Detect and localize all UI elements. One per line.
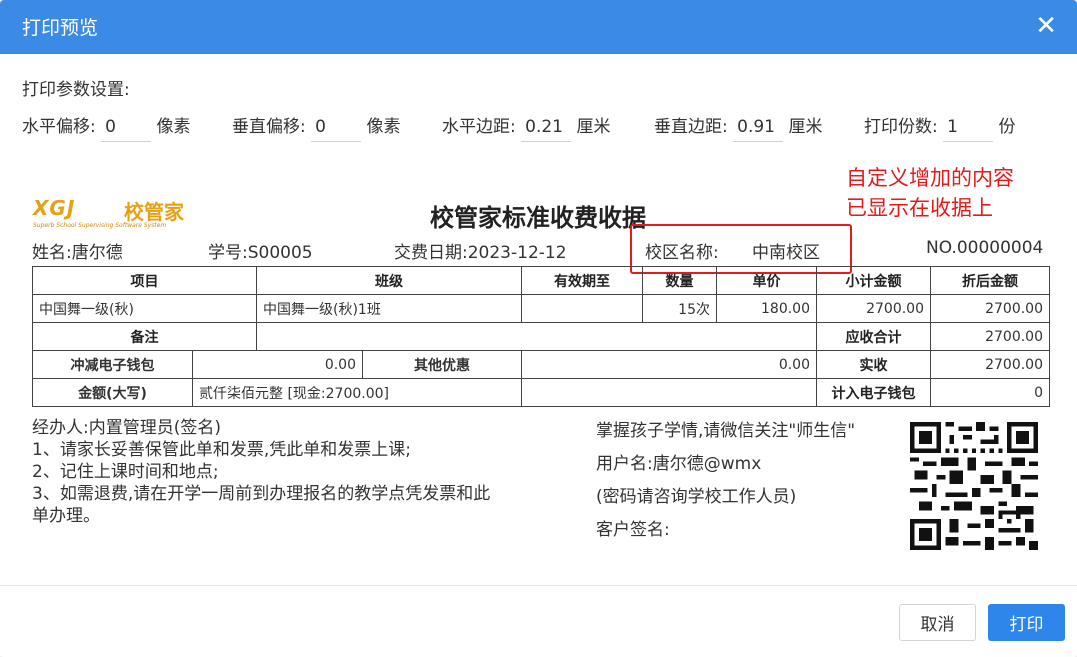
param-label: 垂直偏移: xyxy=(232,117,306,137)
receipt-notes: 经办人:内置管理员(签名) 1、请家长妥善保管此单和发票,凭此单和发票上课; 2… xyxy=(32,417,502,527)
print-button[interactable]: 打印 xyxy=(988,604,1065,641)
handler-signature: 经办人:内置管理员(签名) xyxy=(32,418,221,438)
note-1: 1、请家长妥善保管此单和发票,凭此单和发票上课; xyxy=(32,440,411,460)
student-name: 姓名:唐尔德 xyxy=(32,243,123,263)
receipt-title: 校管家标准收费收据 xyxy=(430,204,646,232)
wallet-deduct-value: 0.00 xyxy=(193,351,363,378)
param-label: 水平边距: xyxy=(442,117,516,137)
remark-label: 备注 xyxy=(32,322,257,351)
cell-discounted: 2700.00 xyxy=(930,294,1050,323)
horizontal-offset-input[interactable] xyxy=(101,113,152,142)
cell-quantity: 15次 xyxy=(642,294,717,323)
cell-subtotal: 2700.00 xyxy=(816,294,931,323)
param-unit: 份 xyxy=(998,117,1016,137)
header-item: 项目 xyxy=(32,266,257,295)
receivable-value: 2700.00 xyxy=(930,322,1050,351)
vertical-offset-input[interactable] xyxy=(311,113,362,142)
header-quantity: 数量 xyxy=(642,266,717,295)
vertical-margin-input[interactable] xyxy=(733,113,784,142)
other-discount-value: 0.00 xyxy=(521,350,817,379)
param-label: 打印份数: xyxy=(864,117,938,137)
wallet-deduct-group: 冲减电子钱包 0.00 其他优惠 xyxy=(32,350,522,379)
wallet-in-value: 0 xyxy=(930,378,1050,407)
dialog-footer: 取消 打印 xyxy=(0,585,1077,657)
header-valid-until: 有效期至 xyxy=(521,266,643,295)
amount-upper-blank xyxy=(521,378,817,407)
amount-upper-value: 贰仟柒佰元整 [现金:2700.00] xyxy=(199,385,389,402)
param-vertical-offset: 垂直偏移: 像素 xyxy=(232,112,401,142)
param-horizontal-margin: 水平边距: 厘米 xyxy=(442,112,611,142)
cell-valid-until xyxy=(521,294,643,323)
logo-mark: XGJ xyxy=(33,196,76,220)
horizontal-margin-input[interactable] xyxy=(521,113,572,142)
param-label: 垂直边距: xyxy=(654,117,728,137)
param-unit: 像素 xyxy=(366,117,401,137)
remark-row: 备注 应收合计 2700.00 xyxy=(32,322,1050,351)
receipt-number: NO.00000004 xyxy=(926,238,1044,258)
wallet-deduct-label: 冲减电子钱包 xyxy=(34,351,193,378)
param-copies: 打印份数: 份 xyxy=(864,112,1016,142)
actual-value: 2700.00 xyxy=(930,350,1050,379)
wechat-password-hint: (密码请咨询学校工作人员) xyxy=(596,487,797,507)
param-unit: 像素 xyxy=(156,117,191,137)
amount-row: 金额(大写) 贰仟柒佰元整 [现金:2700.00] 计入电子钱包 0 xyxy=(32,378,1050,407)
table-header-row: 项目 班级 有效期至 数量 单价 小计金额 折后金额 xyxy=(32,266,1050,295)
copies-input[interactable] xyxy=(943,113,994,142)
wechat-follow-text: 掌握孩子学情,请微信关注"师生信" xyxy=(596,421,856,441)
header-unit-price: 单价 xyxy=(716,266,817,295)
cell-item: 中国舞一级(秋) xyxy=(32,294,257,323)
xgj-logo: XGJ 校管家 Superb School Supervising Softwa… xyxy=(33,196,203,230)
param-horizontal-offset: 水平偏移: 像素 xyxy=(22,112,191,142)
cell-unit-price: 180.00 xyxy=(716,294,817,323)
cell-class: 中国舞一级(秋)1班 xyxy=(256,294,522,323)
param-vertical-margin: 垂直边距: 厘米 xyxy=(654,112,823,142)
param-unit: 厘米 xyxy=(788,117,823,137)
logo-subtitle: Superb School Supervising Software Syste… xyxy=(33,222,167,229)
table-row: 中国舞一级(秋) 中国舞一级(秋)1班 15次 180.00 2700.00 2… xyxy=(32,294,1050,323)
actual-label: 实收 xyxy=(816,350,931,379)
receipt-preview: XGJ 校管家 Superb School Supervising Softwa… xyxy=(30,180,1050,580)
amount-upper-group: 金额(大写) 贰仟柒佰元整 [现金:2700.00] xyxy=(32,378,522,407)
customer-signature: 客户签名: xyxy=(596,520,670,540)
wechat-username: 用户名:唐尔德@wmx xyxy=(596,454,762,474)
close-icon[interactable]: ✕ xyxy=(1035,10,1057,42)
cancel-button[interactable]: 取消 xyxy=(899,604,976,641)
other-discount-label: 其他优惠 xyxy=(414,357,470,374)
qr-code-icon xyxy=(910,422,1038,550)
header-discounted: 折后金额 xyxy=(930,266,1050,295)
note-3: 3、如需退费,请在开学一周前到办理报名的教学点凭发票和此单办理。 xyxy=(32,484,491,526)
wallet-in-label: 计入电子钱包 xyxy=(816,378,931,407)
settings-label: 打印参数设置: xyxy=(22,80,130,100)
logo-name: 校管家 xyxy=(124,200,184,224)
pay-date: 交费日期:2023-12-12 xyxy=(394,243,567,263)
print-preview-dialog: 打印预览 ✕ 打印参数设置: 水平偏移: 像素 垂直偏移: 像素 水平边距: 厘… xyxy=(0,0,1077,657)
dialog-title: 打印预览 xyxy=(22,17,99,39)
wechat-info: 掌握孩子学情,请微信关注"师生信" 用户名:唐尔德@wmx (密码请咨询学校工作… xyxy=(596,415,876,547)
amount-upper-label: 金额(大写) xyxy=(34,379,193,406)
receipt-table: 项目 班级 有效期至 数量 单价 小计金额 折后金额 中国舞一级(秋) 中国舞一… xyxy=(32,266,1050,407)
payment-row: 冲减电子钱包 0.00 其他优惠 0.00 实收 2700.00 xyxy=(32,350,1050,379)
param-unit: 厘米 xyxy=(576,117,611,137)
student-id: 学号:S00005 xyxy=(208,243,313,263)
receivable-label: 应收合计 xyxy=(816,322,931,351)
header-subtotal: 小计金额 xyxy=(816,266,931,295)
header-class: 班级 xyxy=(256,266,522,295)
note-2: 2、记住上课时间和地点; xyxy=(32,462,219,482)
remark-value xyxy=(256,322,817,351)
param-label: 水平偏移: xyxy=(22,117,96,137)
dialog-titlebar: 打印预览 ✕ xyxy=(0,0,1077,54)
